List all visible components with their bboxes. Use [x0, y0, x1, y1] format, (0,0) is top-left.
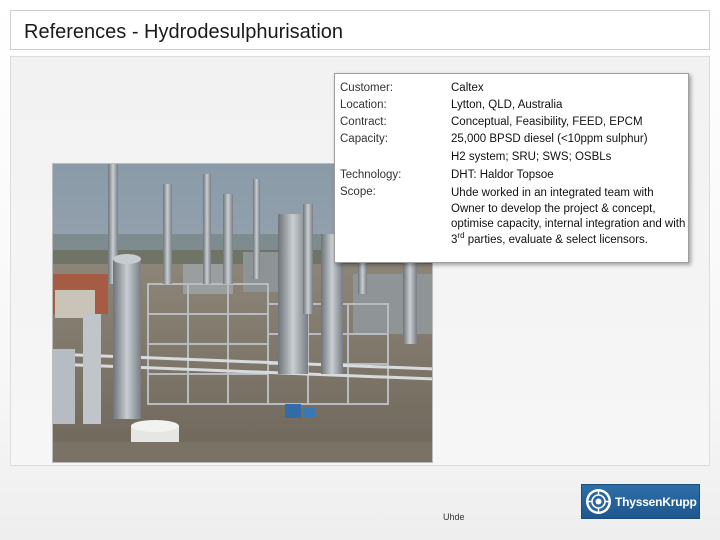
customer-label: Customer: — [340, 82, 394, 94]
capacity-extra-value: H2 system; SRU; SWS; OSBLs — [451, 151, 612, 163]
title-bar: References - Hydrodesulphurisation — [10, 10, 710, 50]
capacity-value: 25,000 BPSD diesel (<10ppm sulphur) — [451, 133, 648, 145]
capacity-label: Capacity: — [340, 133, 388, 145]
footer-brand-text: Uhde — [443, 512, 465, 522]
customer-value: Caltex — [451, 82, 484, 94]
scope-superscript: rd — [457, 230, 465, 240]
location-label: Location: — [340, 99, 387, 111]
location-value: Lytton, QLD, Australia — [451, 99, 563, 111]
technology-label: Technology: — [340, 169, 402, 181]
scope-text-b: parties, evaluate & select licensors. — [464, 233, 648, 246]
contract-value: Conceptual, Feasibility, FEED, EPCM — [451, 116, 643, 128]
thyssenkrupp-emblem-icon — [586, 489, 611, 514]
project-info-box: Customer: Caltex Location: Lytton, QLD, … — [334, 73, 689, 263]
page-title: References - Hydrodesulphurisation — [24, 21, 344, 43]
logo-text: ThyssenKrupp — [615, 495, 697, 509]
scope-label: Scope: — [340, 186, 376, 198]
thyssenkrupp-logo: ThyssenKrupp — [581, 484, 700, 519]
contract-label: Contract: — [340, 116, 387, 128]
technology-value: DHT: Haldor Topsoe — [451, 169, 554, 181]
scope-text: Uhde worked in an integrated team with O… — [451, 186, 687, 248]
